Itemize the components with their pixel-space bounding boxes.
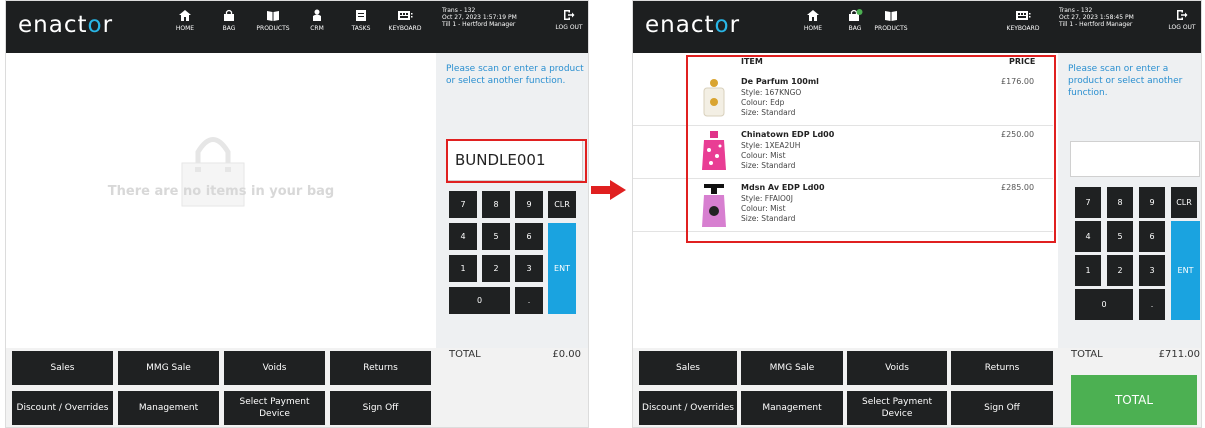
total-value: £0.00	[552, 349, 581, 360]
sales-button[interactable]: Sales	[12, 351, 113, 385]
total-label: TOTAL	[1071, 349, 1103, 360]
enactor-logo: enactor	[18, 12, 114, 38]
trans-datetime: Oct 27, 2023 1:57:19 PM	[442, 14, 517, 21]
select-payment-device-button[interactable]: Select Payment Device	[847, 391, 947, 425]
empty-bag-message: There are no items in your bag	[107, 184, 335, 199]
trans-number: Trans - 132	[1059, 7, 1093, 14]
logout-icon	[564, 10, 575, 20]
key-clear[interactable]: CLR	[1171, 187, 1197, 218]
book-icon	[267, 11, 279, 21]
select-payment-device-button[interactable]: Select Payment Device	[224, 391, 325, 425]
mmg-sale-button[interactable]: MMG Sale	[741, 351, 843, 385]
total-label: TOTAL	[449, 349, 481, 360]
total-value: £711.00	[1158, 349, 1200, 360]
key-3[interactable]: 3	[1139, 255, 1165, 286]
key-9[interactable]: 9	[515, 191, 543, 218]
voids-button[interactable]: Voids	[847, 351, 947, 385]
till-operator: Till 1 - Hertford Manager	[442, 21, 516, 28]
key-clear[interactable]: CLR	[548, 191, 576, 218]
pos-screen-after: enactor HOME BAG PRODUCTS KEYBOARD Trans…	[632, 0, 1202, 428]
nav-bag[interactable]: BAG	[207, 9, 251, 32]
entry-highlight	[446, 139, 587, 183]
key-1[interactable]: 1	[449, 255, 477, 282]
discount-overrides-button[interactable]: Discount / Overrides	[12, 391, 113, 425]
input-panel: Please scan or enter a product or select…	[436, 53, 588, 348]
sign-off-button[interactable]: Sign Off	[330, 391, 431, 425]
key-0[interactable]: 0	[1075, 289, 1133, 320]
management-button[interactable]: Management	[741, 391, 843, 425]
input-panel: Please scan or enter a product or select…	[1058, 53, 1201, 348]
key-enter[interactable]: ENT	[1171, 221, 1200, 320]
logout-icon	[1177, 10, 1188, 20]
key-7[interactable]: 7	[1075, 187, 1101, 218]
nav-keyboard[interactable]: KEYBOARD	[383, 9, 427, 32]
nav-keyboard[interactable]: KEYBOARD	[1001, 9, 1045, 32]
home-icon	[807, 10, 819, 21]
key-enter[interactable]: ENT	[548, 223, 576, 314]
trans-datetime: Oct 27, 2023 1:58:45 PM	[1059, 14, 1134, 21]
top-bar: enactor HOME BAG PRODUCTS CRM TASKS KEYB…	[6, 1, 588, 53]
mmg-sale-button[interactable]: MMG Sale	[118, 351, 219, 385]
management-button[interactable]: Management	[118, 391, 219, 425]
arrow-right-icon	[591, 180, 626, 200]
tasks-icon	[356, 10, 366, 21]
key-4[interactable]: 4	[449, 223, 477, 250]
logout-button[interactable]: LOG OUT	[552, 9, 586, 31]
key-8[interactable]: 8	[1107, 187, 1133, 218]
crm-icon	[313, 9, 321, 21]
nav-home[interactable]: HOME	[163, 9, 207, 32]
bag-area	[6, 53, 436, 348]
key-5[interactable]: 5	[482, 223, 510, 250]
voids-button[interactable]: Voids	[224, 351, 325, 385]
trans-number: Trans - 132	[442, 7, 476, 14]
key-6[interactable]: 6	[515, 223, 543, 250]
transaction-info: Trans - 132 Oct 27, 2023 1:58:45 PM Till…	[1059, 7, 1134, 28]
keyboard-icon	[1016, 11, 1031, 20]
enactor-logo: enactor	[645, 12, 741, 38]
key-8[interactable]: 8	[482, 191, 510, 218]
nav-products[interactable]: PRODUCTS	[869, 9, 913, 32]
sales-button[interactable]: Sales	[639, 351, 737, 385]
transaction-info: Trans - 132 Oct 27, 2023 1:57:19 PM Till…	[442, 7, 517, 28]
bag-icon	[849, 9, 863, 21]
scan-prompt: Please scan or enter a product or select…	[1068, 64, 1183, 98]
key-5[interactable]: 5	[1107, 221, 1133, 252]
nav-products[interactable]: PRODUCTS	[251, 9, 295, 32]
scan-prompt: Please scan or enter a product or select…	[446, 64, 584, 86]
key-1[interactable]: 1	[1075, 255, 1101, 286]
key-0[interactable]: 0	[449, 287, 510, 314]
discount-overrides-button[interactable]: Discount / Overrides	[639, 391, 737, 425]
till-operator: Till 1 - Hertford Manager	[1059, 21, 1133, 28]
total-button[interactable]: TOTAL	[1071, 375, 1197, 425]
top-bar: enactor HOME BAG PRODUCTS KEYBOARD Trans…	[633, 1, 1201, 53]
keyboard-icon	[398, 11, 413, 20]
product-entry-field[interactable]	[1070, 141, 1200, 177]
key-6[interactable]: 6	[1139, 221, 1165, 252]
key-decimal[interactable]: .	[1139, 289, 1165, 320]
key-7[interactable]: 7	[449, 191, 477, 218]
key-9[interactable]: 9	[1139, 187, 1165, 218]
nav-home[interactable]: HOME	[791, 9, 835, 32]
returns-button[interactable]: Returns	[330, 351, 431, 385]
pos-screen-before: enactor HOME BAG PRODUCTS CRM TASKS KEYB…	[5, 0, 589, 428]
nav-crm[interactable]: CRM	[295, 9, 339, 32]
bag-items-highlight	[686, 55, 1056, 243]
key-decimal[interactable]: .	[515, 287, 543, 314]
sign-off-button[interactable]: Sign Off	[951, 391, 1053, 425]
key-3[interactable]: 3	[515, 255, 543, 282]
nav-tasks[interactable]: TASKS	[339, 9, 383, 32]
key-2[interactable]: 2	[482, 255, 510, 282]
key-2[interactable]: 2	[1107, 255, 1133, 286]
logout-button[interactable]: LOG OUT	[1165, 9, 1199, 31]
bag-icon	[224, 9, 234, 21]
key-4[interactable]: 4	[1075, 221, 1101, 252]
returns-button[interactable]: Returns	[951, 351, 1053, 385]
home-icon	[179, 10, 191, 21]
book-icon	[885, 11, 897, 21]
